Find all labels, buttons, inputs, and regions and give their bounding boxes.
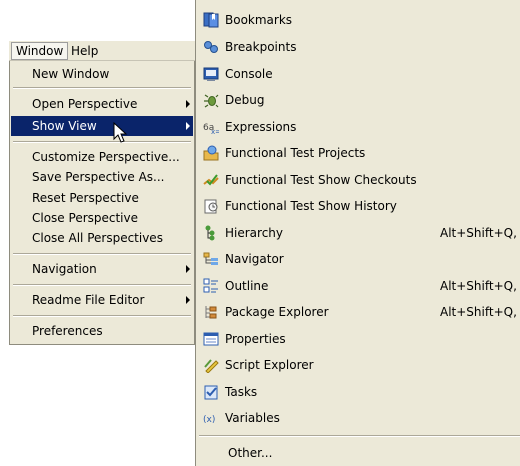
close-perspective-item[interactable]: Close Perspective xyxy=(11,208,193,228)
readme-file-editor-label: Readme File Editor xyxy=(32,293,145,307)
breakpoints-icon xyxy=(204,41,218,53)
view-item-label: Navigator xyxy=(225,252,284,266)
submenu-arrow-icon xyxy=(186,100,190,108)
help-menu-title[interactable]: Help xyxy=(67,43,102,59)
shortcut-label: Alt+Shift+Q, P xyxy=(440,305,520,319)
view-item-navigator[interactable]: Navigator xyxy=(196,246,520,272)
save-perspective-as-label: Save Perspective As... xyxy=(32,170,165,184)
menu-separator xyxy=(13,315,191,317)
tasks-icon xyxy=(204,385,218,400)
view-item-hierarchy[interactable]: Hierarchy Alt+Shift+Q, T xyxy=(196,220,520,246)
mouse-cursor-icon xyxy=(113,122,128,143)
bookmarks-icon xyxy=(203,12,219,28)
view-item-script-explorer[interactable]: Script Explorer xyxy=(196,352,520,378)
shortcut-label: Alt+Shift+Q, T xyxy=(440,226,520,240)
menu-separator xyxy=(199,435,520,437)
preferences-label: Preferences xyxy=(32,324,103,338)
submenu-arrow-icon xyxy=(186,122,190,130)
navigation-label: Navigation xyxy=(32,262,97,276)
open-perspective-item[interactable]: Open Perspective xyxy=(11,94,193,114)
open-perspective-label: Open Perspective xyxy=(32,97,138,111)
view-item-tasks[interactable]: Tasks xyxy=(196,379,520,405)
expressions-icon: 6a x= xyxy=(203,123,219,135)
view-item-variables[interactable]: (x) Variables xyxy=(196,405,520,431)
view-item-other[interactable]: Other... xyxy=(196,440,520,466)
properties-icon xyxy=(203,332,219,346)
menu-separator xyxy=(13,141,191,143)
submenu-arrow-icon xyxy=(186,265,190,273)
show-checkouts-icon xyxy=(203,174,219,186)
view-item-debug[interactable]: Debug xyxy=(196,87,520,113)
functional-test-projects-icon xyxy=(203,145,219,161)
outline-icon xyxy=(203,278,218,293)
reset-perspective-item[interactable]: Reset Perspective xyxy=(11,188,193,208)
view-item-label: Debug xyxy=(225,93,265,107)
view-item-label: Variables xyxy=(225,411,280,425)
submenu-arrow-icon xyxy=(186,296,190,304)
view-item-label: Expressions xyxy=(225,120,297,134)
hierarchy-icon xyxy=(205,225,215,241)
close-all-perspectives-item[interactable]: Close All Perspectives xyxy=(11,228,193,248)
package-explorer-icon xyxy=(205,306,217,319)
shortcut-label: Alt+Shift+Q, O xyxy=(440,279,520,293)
menu-separator xyxy=(13,253,191,255)
view-item-label: Script Explorer xyxy=(225,358,314,372)
script-explorer-icon xyxy=(204,359,219,373)
navigation-item[interactable]: Navigation xyxy=(11,259,193,279)
window-menu: New Window Open Perspective Show View Cu… xyxy=(9,61,195,345)
view-item-properties[interactable]: Properties xyxy=(196,326,520,352)
view-item-label: Console xyxy=(225,67,273,81)
view-item-breakpoints[interactable]: Breakpoints xyxy=(196,34,520,60)
view-item-functional-test-projects[interactable]: Functional Test Projects xyxy=(196,140,520,166)
view-item-label: Hierarchy xyxy=(225,226,284,240)
show-view-label: Show View xyxy=(32,119,97,133)
view-item-expressions[interactable]: 6a x= Expressions xyxy=(196,114,520,140)
save-perspective-as-item[interactable]: Save Perspective As... xyxy=(11,167,193,187)
variables-icon: (x) xyxy=(203,415,215,425)
menu-separator xyxy=(13,87,191,89)
view-item-functional-test-show-checkouts[interactable]: Functional Test Show Checkouts xyxy=(196,167,520,193)
show-view-item[interactable]: Show View xyxy=(11,116,193,136)
view-item-bookmarks[interactable]: Bookmarks xyxy=(196,7,520,33)
view-item-label: Outline xyxy=(225,279,269,293)
view-item-label: Properties xyxy=(225,332,286,346)
view-item-functional-test-show-history[interactable]: Functional Test Show History xyxy=(196,193,520,219)
view-item-outline[interactable]: Outline Alt+Shift+Q, O xyxy=(196,273,520,299)
other-label: Other... xyxy=(228,446,273,460)
preferences-item[interactable]: Preferences xyxy=(11,321,193,341)
view-item-label: Functional Test Projects xyxy=(225,146,366,160)
console-icon xyxy=(203,67,219,81)
view-item-label: Functional Test Show Checkouts xyxy=(225,173,417,187)
debug-icon xyxy=(204,94,219,108)
show-history-icon xyxy=(204,199,218,214)
show-view-submenu: Bookmarks Breakpoints Console Debug 6a x… xyxy=(195,0,520,466)
navigator-icon xyxy=(203,252,218,265)
close-perspective-label: Close Perspective xyxy=(32,211,139,225)
close-all-perspectives-label: Close All Perspectives xyxy=(32,231,163,245)
view-item-label: Package Explorer xyxy=(225,305,329,319)
view-item-console[interactable]: Console xyxy=(196,61,520,87)
window-menu-title[interactable]: Window xyxy=(11,42,69,60)
view-item-label: Tasks xyxy=(225,385,258,399)
reset-perspective-label: Reset Perspective xyxy=(32,191,139,205)
new-window-item[interactable]: New Window xyxy=(11,64,193,84)
menu-separator xyxy=(13,284,191,286)
new-window-label: New Window xyxy=(32,67,110,81)
customize-perspective-item[interactable]: Customize Perspective... xyxy=(11,147,193,167)
customize-perspective-label: Customize Perspective... xyxy=(32,150,180,164)
view-item-label: Functional Test Show History xyxy=(225,199,397,213)
readme-file-editor-item[interactable]: Readme File Editor xyxy=(11,290,193,310)
view-item-label: Breakpoints xyxy=(225,40,297,54)
view-item-label: Bookmarks xyxy=(225,13,293,27)
view-item-package-explorer[interactable]: Package Explorer Alt+Shift+Q, P xyxy=(196,299,520,325)
menu-bar: Window Help xyxy=(9,41,195,61)
svg-text:(x): (x) xyxy=(203,415,215,425)
svg-text:x=: x= xyxy=(211,128,219,135)
